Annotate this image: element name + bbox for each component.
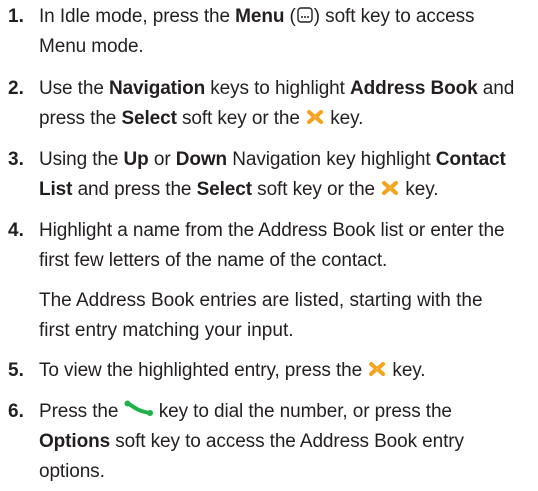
step-3: 3. Using the Up or Down Navigation key h… <box>8 145 533 205</box>
step-number: 1. <box>8 6 24 27</box>
step-4: 4. Highlight a name from the Address Boo… <box>8 216 533 276</box>
navigation-select-icon <box>307 109 324 124</box>
instruction-page: 1. In Idle mode, press the Menu () soft … <box>0 0 538 491</box>
step-text: Press the key to dial the number, or pre… <box>39 397 533 487</box>
step-text: In Idle mode, press the Menu () soft key… <box>39 6 475 57</box>
navigation-select-icon <box>382 180 399 195</box>
step-2: 2. Use the Navigation keys to highlight … <box>8 74 533 134</box>
navigation-select-icon <box>369 361 386 376</box>
step-text: To view the highlighted entry, press the… <box>39 360 426 381</box>
step-text: Using the Up or Down Navigation key high… <box>39 149 506 200</box>
step-number: 5. <box>8 360 24 381</box>
send-call-icon <box>124 400 153 416</box>
step-5: 5. To view the highlighted entry, press … <box>8 356 533 386</box>
note-paragraph: The Address Book entries are listed, sta… <box>39 290 483 341</box>
step-text: Highlight a name from the Address Book l… <box>39 220 505 271</box>
menu-softkey-icon <box>297 7 313 23</box>
step-number: 4. <box>8 220 24 241</box>
step-number: 6. <box>8 401 24 422</box>
step-1: 1. In Idle mode, press the Menu () soft … <box>8 2 533 62</box>
step-number: 3. <box>8 149 24 170</box>
step-6: 6. Press the key to dial the number, or … <box>8 397 533 487</box>
step-text: Use the Navigation keys to highlight Add… <box>39 78 515 129</box>
step-number: 2. <box>8 78 24 99</box>
